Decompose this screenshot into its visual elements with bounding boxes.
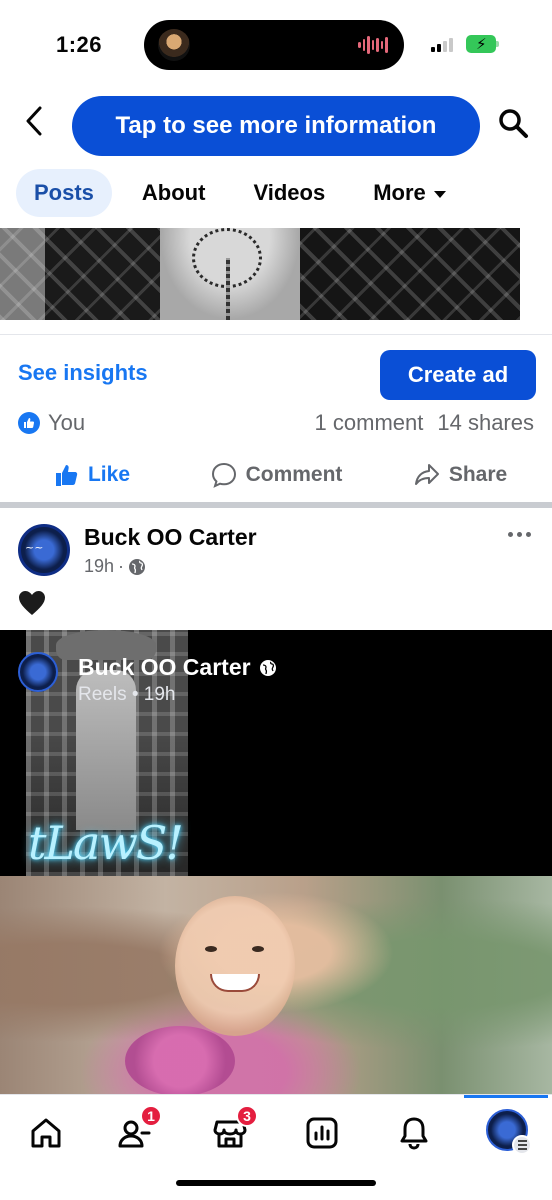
home-icon (31, 1118, 61, 1148)
like-reaction-icon (18, 412, 40, 434)
reaction-summary[interactable]: You (18, 410, 85, 436)
meta-separator: · (118, 556, 125, 576)
dot-icon (517, 532, 522, 537)
nav-marketplace[interactable]: 3 (210, 1105, 258, 1153)
chevron-left-icon (26, 106, 42, 136)
divider (0, 334, 552, 335)
status-bar: 1:26 ⚡ (0, 0, 552, 90)
active-tab-indicator (464, 1095, 548, 1098)
share-count[interactable]: 14 shares (437, 410, 534, 436)
post-author-name[interactable]: Buck OO Carter (84, 524, 257, 551)
reel-meta: Reels • 19h (78, 684, 176, 705)
comment-count[interactable]: 1 comment (315, 410, 424, 436)
avatar-logo-icon: ~~ (25, 541, 44, 554)
image-detail (252, 946, 264, 952)
post-time[interactable]: 19h (84, 556, 114, 577)
thumbs-up-icon (55, 465, 78, 486)
shared-reel-preview[interactable]: tLawS! Buck OO Carter Reels • 19h (0, 630, 552, 876)
status-time: 1:26 (56, 32, 103, 57)
post-meta: 19h · (84, 556, 146, 577)
search-icon (499, 109, 528, 138)
tab-more-label: More (373, 180, 426, 205)
more-information-button[interactable]: Tap to see more information (72, 96, 480, 156)
post-options-button[interactable] (508, 532, 531, 537)
tab-about[interactable]: About (124, 169, 224, 217)
post-action-bar: Like Comment Share (0, 452, 552, 498)
engagement-counts: 1 comment 14 shares (315, 410, 534, 436)
dashboard-chart-icon (306, 1117, 338, 1149)
audio-waveform-icon (358, 35, 389, 55)
globe-public-icon (129, 558, 146, 575)
share-arrow-icon (414, 464, 439, 485)
reel-neon-text: tLawS! (28, 816, 184, 870)
share-button[interactable]: Share (368, 452, 552, 498)
friends-badge: 1 (140, 1105, 162, 1127)
comment-bubble-icon (211, 462, 236, 488)
reel-author[interactable]: Buck OO Carter (78, 654, 277, 681)
reel-author-name: Buck OO Carter (78, 654, 251, 680)
home-indicator[interactable] (176, 1180, 376, 1186)
dynamic-island[interactable] (144, 20, 404, 70)
nav-notifications[interactable] (394, 1113, 434, 1153)
nav-profile-menu[interactable] (486, 1109, 532, 1155)
marketplace-badge: 3 (236, 1105, 258, 1127)
like-label: Like (87, 463, 131, 486)
back-button[interactable] (20, 104, 50, 138)
reel-author-avatar[interactable] (18, 652, 58, 692)
search-button[interactable] (496, 106, 530, 140)
nav-friends[interactable]: 1 (114, 1105, 162, 1153)
feed-divider (0, 502, 552, 508)
tab-posts[interactable]: Posts (16, 169, 112, 217)
now-playing-avatar (158, 29, 190, 61)
like-button[interactable]: Like (0, 452, 184, 498)
profile-tabs: Posts About Videos More (16, 168, 552, 218)
comment-button[interactable]: Comment (184, 452, 368, 498)
nav-dashboard[interactable] (302, 1113, 342, 1153)
share-label: Share (448, 463, 508, 486)
comment-label: Comment (245, 463, 343, 486)
globe-public-icon (259, 659, 276, 676)
bell-icon (400, 1117, 428, 1150)
image-detail (175, 896, 295, 1036)
image-detail (205, 946, 217, 952)
tab-more[interactable]: More (355, 169, 464, 217)
black-heart-emoji (19, 591, 45, 615)
cellular-signal-icon (431, 38, 453, 52)
see-insights-link[interactable]: See insights (18, 360, 148, 386)
caret-down-icon (433, 190, 446, 198)
tab-videos[interactable]: Videos (235, 169, 343, 217)
menu-hamburger-icon (512, 1135, 532, 1155)
battery-charging-icon: ⚡ (466, 35, 499, 53)
nav-home[interactable] (26, 1113, 66, 1153)
dot-icon (526, 532, 531, 537)
reaction-by-label: You (48, 410, 86, 435)
post-author-avatar[interactable]: ~~ (18, 524, 70, 576)
dot-icon (508, 532, 513, 537)
create-ad-button[interactable]: Create ad (380, 350, 536, 400)
post-photo-collage[interactable] (0, 876, 552, 1094)
previous-post-image[interactable] (0, 228, 520, 320)
image-detail (226, 258, 230, 320)
image-detail (125, 1026, 235, 1094)
